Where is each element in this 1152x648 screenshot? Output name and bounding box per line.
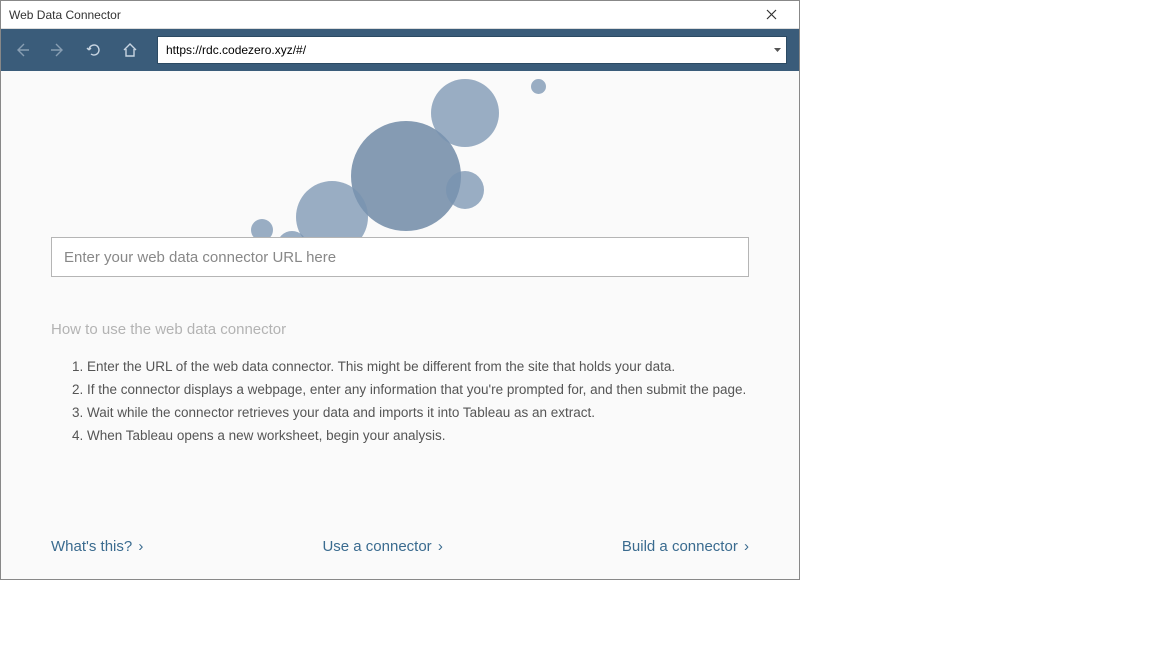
chevron-right-icon: ›: [744, 538, 749, 555]
home-icon: [122, 42, 138, 58]
list-item: Enter the URL of the web data connector.…: [87, 358, 749, 377]
chevron-right-icon: ›: [438, 538, 443, 555]
build-connector-link[interactable]: Build a connector ›: [622, 538, 749, 555]
refresh-button[interactable]: [85, 41, 103, 59]
chevron-right-icon: ›: [138, 538, 143, 555]
whats-this-link[interactable]: What's this? ›: [51, 538, 143, 555]
howto-list: Enter the URL of the web data connector.…: [87, 358, 749, 446]
arrow-left-icon: [14, 42, 30, 58]
address-bar[interactable]: [157, 36, 787, 64]
wdc-url-input[interactable]: [51, 237, 749, 277]
link-label: Use a connector: [322, 538, 431, 555]
link-label: What's this?: [51, 538, 132, 555]
link-label: Build a connector: [622, 538, 738, 555]
links-row: What's this? › Use a connector › Build a…: [51, 538, 749, 555]
window-title: Web Data Connector: [9, 8, 121, 22]
use-connector-link[interactable]: Use a connector ›: [322, 538, 442, 555]
home-button[interactable]: [121, 41, 139, 59]
address-dropdown[interactable]: [768, 37, 786, 63]
refresh-icon: [86, 42, 102, 58]
list-item: When Tableau opens a new worksheet, begi…: [87, 427, 749, 446]
list-item: Wait while the connector retrieves your …: [87, 404, 749, 423]
content-area: How to use the web data connector Enter …: [1, 71, 799, 579]
howto-heading: How to use the web data connector: [51, 321, 749, 338]
back-button[interactable]: [13, 41, 31, 59]
titlebar[interactable]: Web Data Connector: [1, 1, 799, 29]
address-input[interactable]: [158, 43, 768, 57]
close-button[interactable]: [751, 1, 791, 29]
content-inner: How to use the web data connector Enter …: [1, 71, 799, 579]
arrow-right-icon: [50, 42, 66, 58]
forward-button[interactable]: [49, 41, 67, 59]
chevron-down-icon: [773, 47, 782, 53]
browser-navbar: [1, 29, 799, 71]
close-icon: [766, 9, 777, 20]
list-item: If the connector displays a webpage, ent…: [87, 381, 749, 400]
web-data-connector-window: Web Data Connector: [0, 0, 800, 580]
